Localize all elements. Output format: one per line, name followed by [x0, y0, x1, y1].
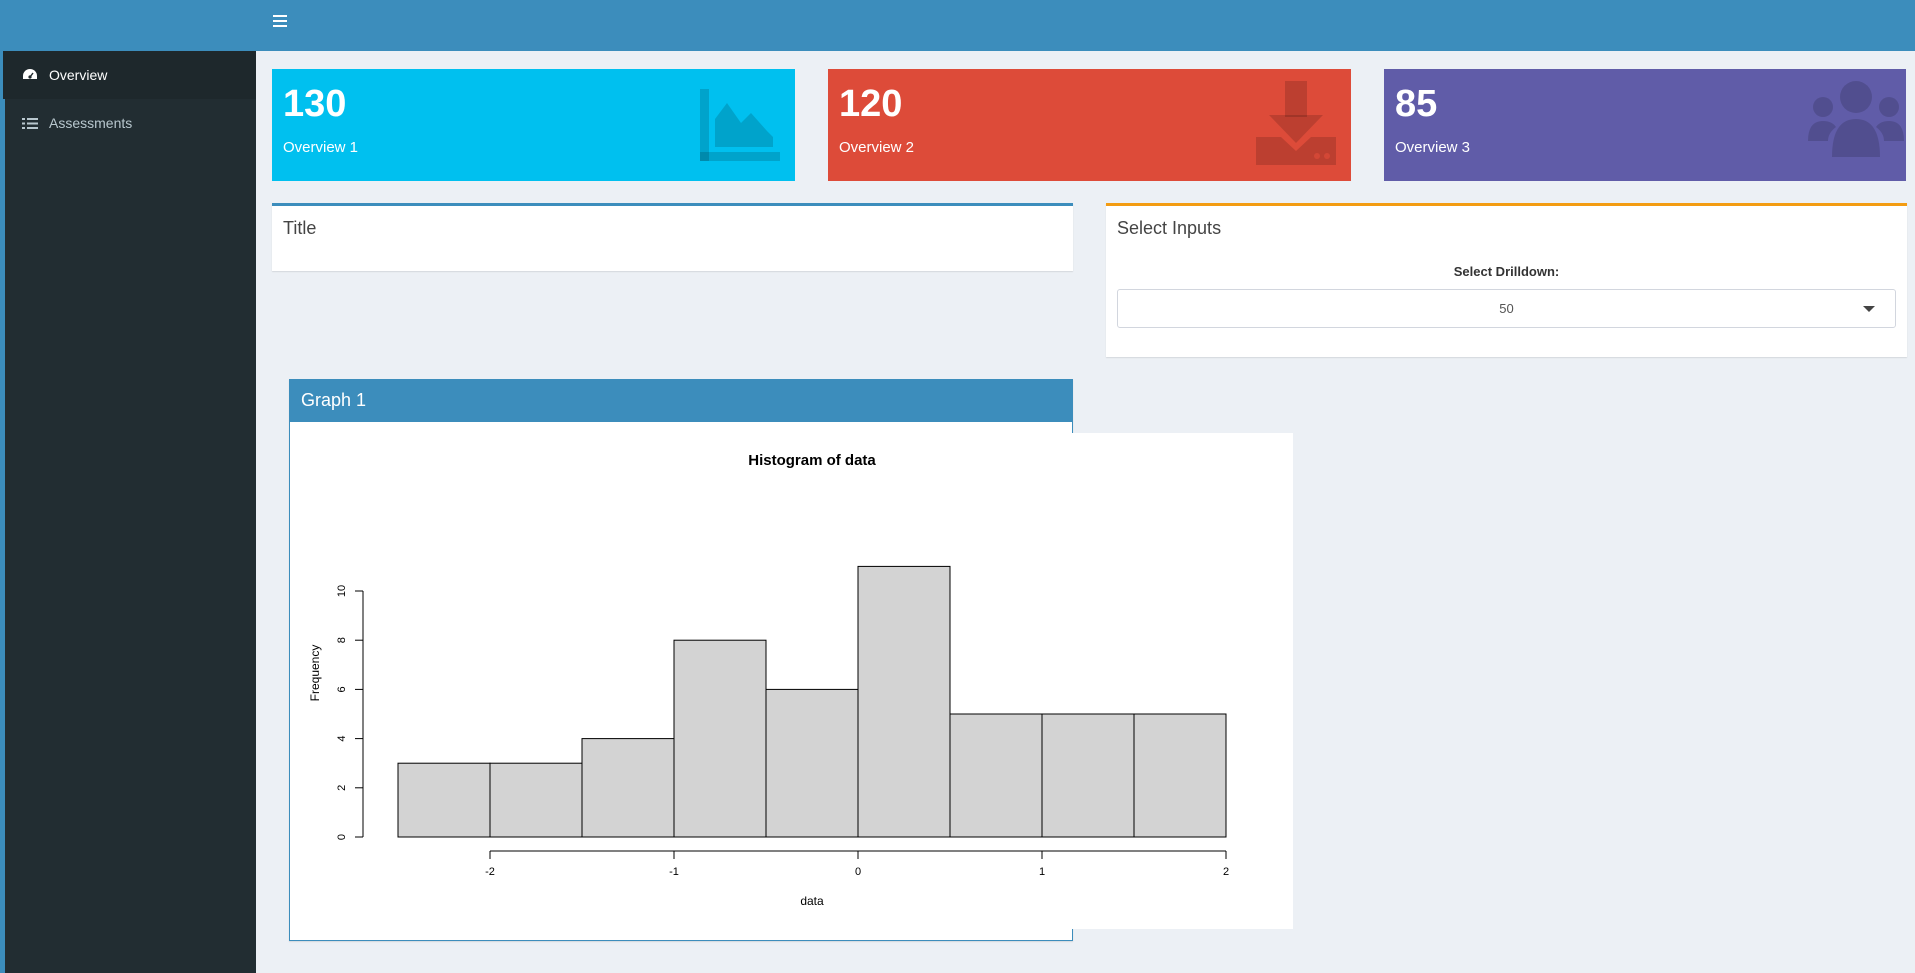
sidebar-item-overview[interactable]: Overview — [0, 51, 256, 99]
x-tick-label: 0 — [855, 866, 861, 878]
value-box-label: Overview 1 — [283, 139, 359, 156]
value-box-number: 130 — [283, 83, 347, 125]
value-box-label: Overview 2 — [839, 139, 915, 156]
select-drilldown-value: 50 — [1499, 301, 1514, 316]
x-tick-label: 2 — [1223, 866, 1229, 878]
histogram-bar — [581, 738, 675, 838]
select-drilldown-label: Select Drilldown: — [1453, 264, 1560, 279]
histogram-bar — [949, 713, 1043, 838]
select-inputs-box: Select Inputs Select Drilldown: 50 — [1106, 203, 1907, 357]
y-tick-label: 4 — [336, 736, 348, 742]
box-title: Select Inputs — [1117, 218, 1222, 238]
x-tick-label: -2 — [485, 866, 495, 878]
histogram-bar — [397, 762, 491, 838]
sidebar-item-assessments[interactable]: Assessments — [5, 99, 256, 147]
histogram-bar — [857, 565, 951, 838]
select-drilldown-dropdown[interactable]: 50 — [1117, 289, 1896, 328]
box-title: Title — [283, 218, 317, 238]
value-box-label: Overview 3 — [1395, 139, 1471, 156]
value-box-number: 85 — [1395, 83, 1438, 125]
y-tick-label: 2 — [336, 785, 348, 791]
sidebar: Overview Assessments — [0, 0, 256, 973]
list-icon — [21, 116, 39, 130]
histogram-bar — [1041, 713, 1135, 838]
sidebar-item-label: Assessments — [49, 115, 133, 131]
dashboard-icon — [21, 68, 39, 82]
value-box-number: 120 — [839, 83, 903, 125]
histogram-plot: Histogram of data 0 2 4 6 8 10 -2 -1 0 1 2 data Frequ… — [295, 433, 1293, 929]
x-tick-label: -1 — [669, 866, 679, 878]
y-tick-label: 8 — [336, 637, 348, 643]
area-chart-icon — [695, 79, 785, 169]
title-box: Title — [272, 203, 1073, 271]
value-box-overview-2: 120 Overview 2 — [828, 69, 1351, 181]
y-tick-label: 0 — [336, 834, 348, 840]
y-tick-label: 10 — [336, 585, 348, 597]
download-icon — [1251, 79, 1341, 169]
histogram-bar — [489, 762, 583, 838]
histogram-bar — [673, 639, 767, 838]
value-box-overview-1: 130 Overview 1 — [272, 69, 795, 181]
sidebar-item-label: Overview — [49, 67, 108, 83]
sidebar-menu: Overview Assessments — [0, 51, 256, 147]
histogram-bar — [1133, 713, 1227, 838]
graph-box-title: Graph 1 — [290, 380, 1072, 422]
x-tick-label: 1 — [1039, 866, 1045, 878]
y-tick-label: 6 — [336, 686, 348, 692]
chart-title: Histogram of data — [748, 452, 876, 469]
chevron-down-icon — [1863, 306, 1875, 312]
sidebar-toggle-hamburger-icon[interactable] — [273, 15, 289, 35]
top-navbar — [256, 0, 1915, 51]
histogram-svg: Histogram of data 0 2 4 6 8 10 -2 -1 0 1 2 data Frequ… — [308, 452, 1229, 908]
histogram-bar — [765, 688, 859, 838]
y-axis-label: Frequency — [308, 645, 322, 702]
value-box-overview-3: 85 Overview 3 — [1384, 69, 1906, 181]
x-axis-label: data — [800, 894, 824, 908]
sidebar-header — [0, 0, 256, 51]
users-icon — [1806, 79, 1904, 169]
